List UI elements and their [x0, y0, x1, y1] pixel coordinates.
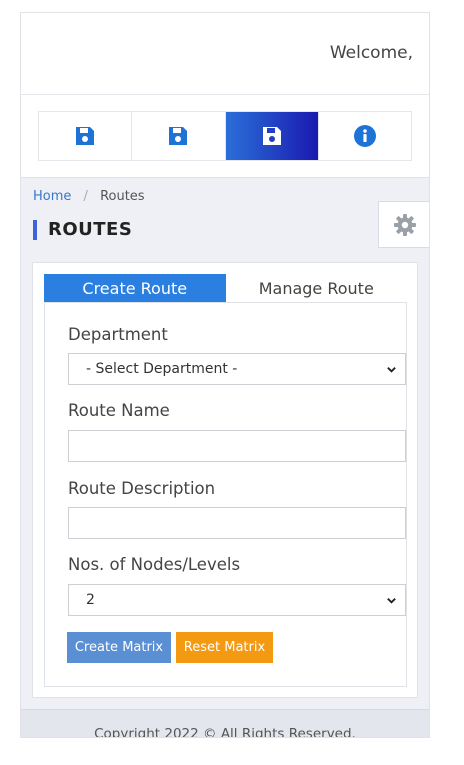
department-select-value: - Select Department - — [86, 361, 238, 377]
department-select[interactable]: - Select Department - — [68, 353, 406, 385]
header: Welcome, — [21, 13, 429, 95]
toolbar — [38, 111, 412, 161]
welcome-text: Welcome, — [329, 43, 413, 63]
nodes-levels-select[interactable]: 2 — [68, 584, 406, 616]
route-tabs: Create Route Manage Route — [44, 274, 407, 302]
create-route-form: Department - Select Department - Route N… — [44, 302, 407, 687]
nodes-levels-select-value: 2 — [86, 592, 95, 608]
toolbar-button-3[interactable] — [225, 112, 319, 160]
copyright-text: Copyright 2022 © All Rights Reserved. — [94, 726, 356, 738]
route-name-input[interactable] — [68, 430, 406, 462]
route-name-label: Route Name — [68, 401, 170, 420]
save-icon — [76, 127, 95, 145]
toolbar-button-2[interactable] — [132, 112, 226, 160]
toolbar-button-info[interactable] — [318, 112, 411, 160]
settings-button[interactable] — [378, 201, 429, 248]
info-icon — [353, 125, 376, 147]
save-icon — [262, 127, 281, 145]
breadcrumb-home-link[interactable]: Home — [33, 189, 71, 204]
reset-matrix-button[interactable]: Reset Matrix — [176, 632, 273, 663]
chevron-down-icon — [387, 598, 396, 604]
route-description-label: Route Description — [68, 479, 216, 498]
route-description-input[interactable] — [68, 507, 406, 539]
gear-icon — [394, 213, 416, 236]
chevron-down-icon — [387, 367, 396, 373]
page-title: ROUTES — [33, 220, 132, 240]
toolbar-section — [21, 95, 429, 178]
route-card: Create Route Manage Route Department - S… — [32, 262, 418, 698]
tab-create-route[interactable]: Create Route — [44, 274, 226, 302]
save-icon — [169, 127, 188, 145]
department-label: Department — [68, 325, 168, 344]
toolbar-button-1[interactable] — [39, 112, 133, 160]
create-matrix-button[interactable]: Create Matrix — [67, 632, 171, 663]
tab-manage-route[interactable]: Manage Route — [225, 274, 407, 302]
breadcrumb-current: Routes — [100, 189, 145, 204]
nodes-levels-label: Nos. of Nodes/Levels — [68, 555, 241, 574]
footer: Copyright 2022 © All Rights Reserved. — [21, 709, 429, 738]
breadcrumb: Home / Routes — [33, 189, 145, 204]
breadcrumb-separator: / — [83, 189, 88, 204]
app-window: Welcome, Home / Routes ROUTES Create Rou… — [20, 12, 430, 738]
